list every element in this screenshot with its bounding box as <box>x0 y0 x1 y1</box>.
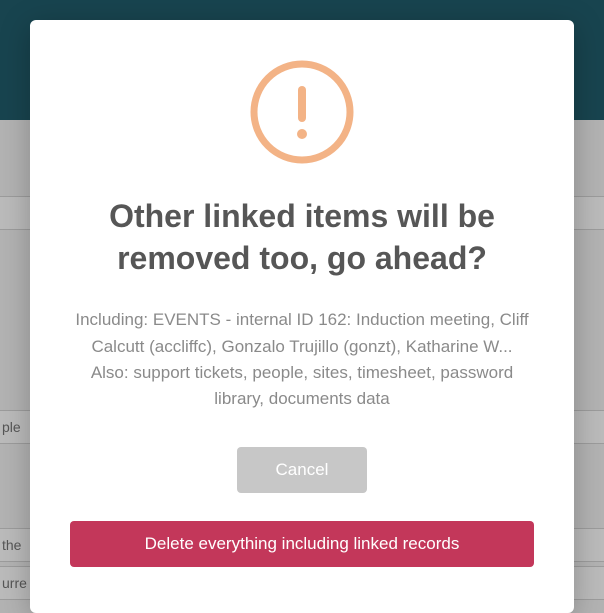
delete-confirm-button[interactable]: Delete everything including linked recor… <box>70 521 534 567</box>
cancel-button[interactable]: Cancel <box>237 447 367 493</box>
confirm-delete-modal: Other linked items will be removed too, … <box>30 20 574 613</box>
modal-desc-line1: Including: EVENTS - internal ID 162: Ind… <box>75 310 528 355</box>
modal-desc-line2: Also: support tickets, people, sites, ti… <box>91 363 513 408</box>
modal-title: Other linked items will be removed too, … <box>70 196 534 279</box>
modal-description: Including: EVENTS - internal ID 162: Ind… <box>70 307 534 412</box>
warning-icon <box>248 58 356 166</box>
